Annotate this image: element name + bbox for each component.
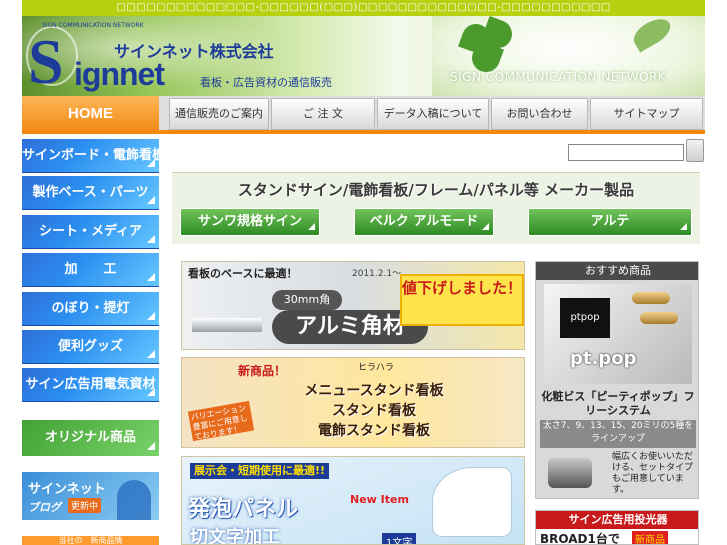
maker-button-almode[interactable]: ベルク アルモード <box>354 208 494 236</box>
corner-arrow-icon <box>147 159 155 167</box>
logo-arc-text: SIGN COMMUNICATION NETWORK <box>42 22 144 29</box>
new-product-label: 新商品！ <box>238 364 287 378</box>
nav-sitemap[interactable]: サイトマップ <box>590 98 703 130</box>
foam-letter-image <box>432 467 512 537</box>
screw-set-image <box>548 458 592 488</box>
company-name: サインネット株式会社 <box>114 42 274 61</box>
blog-banner[interactable]: サインネット ブログ 更新中 <box>22 472 159 520</box>
corner-arrow-icon <box>147 312 155 320</box>
sidebar-item-label: サイン広告用電気資材 <box>25 377 156 392</box>
sidebar-item-electrical[interactable]: サイン広告用電気資材 <box>22 368 159 402</box>
main-nav: HOME 通信販売のご案内 ご 注 文 データ入稿について お問い合わせ サイト… <box>22 96 705 134</box>
banner-date: 2011.2.1～ <box>352 269 402 279</box>
company-tagline: 看板・広告資材の通信販売 <box>200 76 332 89</box>
banner-line: スタンド看板 <box>332 403 416 419</box>
nav-data-submission[interactable]: データ入稿について <box>377 98 489 130</box>
decorative-screw-image <box>640 312 678 324</box>
recommended-product-panel[interactable]: おすすめ商品 ptpop pt.pop 化粧ビス「ピーティポップ」フリーシステム… <box>535 261 699 499</box>
corner-arrow-icon <box>147 273 155 281</box>
price-down-stamp: 値下げしました！ <box>400 274 524 326</box>
projector-name: BROAD1台で <box>540 532 620 545</box>
banner-product-name: 発泡パネル <box>188 497 299 522</box>
aluminum-beam-image <box>192 318 262 332</box>
corner-arrow-icon <box>147 235 155 243</box>
maker-button-label: ベルク アルモード <box>369 214 479 229</box>
nav-underline <box>22 130 705 134</box>
banner-size-label: 30mm角 <box>272 290 342 310</box>
sidebar-item-banners-lanterns[interactable]: のぼり・提灯 <box>22 292 159 326</box>
projector-heading: サイン広告用投光器 <box>536 511 698 529</box>
nav-home[interactable]: HOME <box>22 96 159 132</box>
sidebar-item-base-parts[interactable]: 製作ベース・パーツ <box>22 176 159 210</box>
sidebar-item-label: オリジナル商品 <box>44 430 136 445</box>
maker-products-title: スタンドサイン/電飾看板/フレーム/パネル等 メーカー製品 <box>237 181 635 199</box>
decorative-screw-image <box>632 292 670 304</box>
blog-updating-badge: 更新中 <box>68 498 102 513</box>
blog-title: サインネット <box>28 482 106 497</box>
nav-order[interactable]: ご 注 文 <box>271 98 375 130</box>
site-header: S ignnet サインネット株式会社 看板・広告資材の通信販売 SIGN CO… <box>22 16 705 96</box>
blog-label: ブログ <box>28 501 61 514</box>
sidebar-item-useful-goods[interactable]: 便利グッズ <box>22 330 159 364</box>
corner-arrow-icon <box>147 196 155 204</box>
banner-headline: 展示会・短期使用に最適!! <box>190 463 330 479</box>
sidebar-item-label: 製作ベース・パーツ <box>32 185 149 200</box>
search-input[interactable] <box>568 144 684 161</box>
recommended-description: 太さ7、9、13、15、20ミリの5種をラインアップ <box>540 420 696 448</box>
recommended-title: 化粧ビス「ピーティポップ」フリーシステム <box>541 390 695 417</box>
banner-stand-signs[interactable]: 新商品！ ヒラハラ メニュースタンド看板 スタンド看板 電飾スタンド看板 バリエ… <box>181 357 525 448</box>
banner-headline: 看板のベースに最適！ <box>188 267 298 280</box>
new-item-label: New Item <box>350 493 409 506</box>
maker-button-sanwa[interactable]: サンワ規格サイン <box>180 208 320 236</box>
banner-foam-panel[interactable]: 展示会・短期使用に最適!! 発泡パネル New Item 切文字加工 1文字 <box>181 456 525 545</box>
top-ribbon: □□□□□□□□□□□□□□-□□□□□□(□□□)□□□□□□□□□□□□□□… <box>22 0 705 16</box>
header-clover-photo <box>432 16 705 96</box>
sidebar-item-label: 便利グッズ <box>57 339 123 354</box>
new-product-badge: 新商品 <box>632 531 668 544</box>
sidebar-new-products-banner[interactable]: 当社の 新商品情 <box>22 536 159 545</box>
recommended-note: 幅広くお使いいただける、セットタイプもご用意しています。 <box>612 452 694 495</box>
banner-aluminum-square[interactable]: 看板のベースに最適！ 2011.2.1～ 30mm角 アルミ角材 値下げしました… <box>181 261 525 350</box>
header-network-tag: SIGN COMMUNICATION NETWORK <box>450 70 667 84</box>
search-button[interactable] <box>686 139 704 162</box>
banner-subtitle: 切文字加工 <box>190 527 280 545</box>
corner-arrow-icon <box>147 350 155 358</box>
recommended-heading: おすすめ商品 <box>536 262 698 280</box>
projector-panel[interactable]: サイン広告用投光器 BROAD1台で 新商品 <box>535 510 699 545</box>
nav-mail-order-guide[interactable]: 通信販売のご案内 <box>169 98 269 130</box>
per-letter-label: 1文字 <box>382 533 417 544</box>
nav-contact[interactable]: お問い合わせ <box>491 98 588 130</box>
sidebar-item-label: 加 工 <box>64 262 117 277</box>
maker-button-arte[interactable]: アルテ <box>528 208 692 236</box>
sidebar-item-label: シート・メディア <box>38 224 143 239</box>
ptpop-logo: pt.pop <box>570 348 637 369</box>
corner-arrow-icon <box>147 388 155 396</box>
ptpop-plate-image: ptpop <box>560 298 610 338</box>
maker-button-label: アルテ <box>590 214 630 229</box>
corner-arrow-icon <box>680 223 687 230</box>
sidebar-item-label: のぼり・提灯 <box>51 301 130 316</box>
sidebar-item-sheet-media[interactable]: シート・メディア <box>22 215 159 249</box>
maker-button-label: サンワ規格サイン <box>197 214 302 229</box>
sidebar-item-signboard[interactable]: サインボード・電飾看板 <box>22 139 165 173</box>
maker-label: ヒラハラ <box>358 363 394 373</box>
banner-line: 電飾スタンド看板 <box>318 423 430 439</box>
corner-arrow-icon <box>482 223 489 230</box>
leaf-icon <box>629 16 675 53</box>
variation-tag: バリエーション豊富にご用意しております！ <box>187 400 255 442</box>
maker-products-banner: スタンドサイン/電飾看板/フレーム/パネル等 メーカー製品 サンワ規格サイン ベ… <box>172 172 700 244</box>
person-silhouette-icon <box>117 480 151 520</box>
sidebar-item-label: サインボード・電飾看板 <box>22 148 166 163</box>
banner-line: メニュースタンド看板 <box>304 383 444 399</box>
corner-arrow-icon <box>308 223 315 230</box>
sidebar-item-processing[interactable]: 加 工 <box>22 253 159 287</box>
corner-arrow-icon <box>147 442 155 450</box>
logo-initial[interactable]: S <box>28 30 64 94</box>
sidebar-original-products[interactable]: オリジナル商品 <box>22 420 159 456</box>
